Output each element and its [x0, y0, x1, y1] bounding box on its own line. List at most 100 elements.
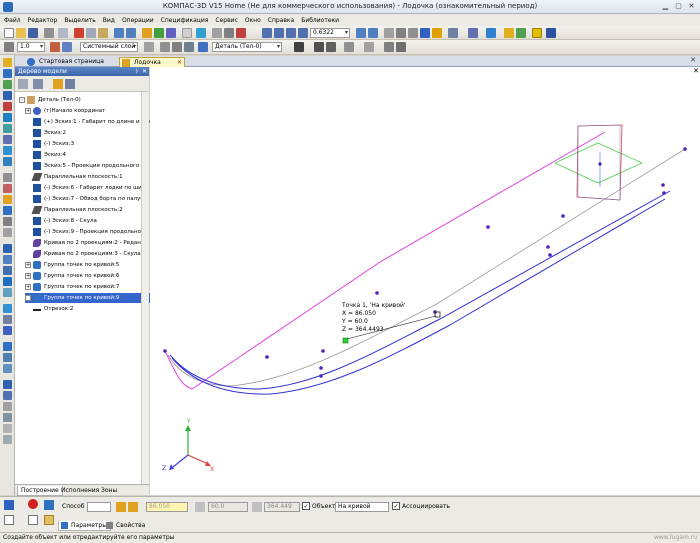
tree-item[interactable]: (+) Эскиз:1 - Габарит по длине и высоте	[25, 117, 153, 127]
rotate-icon[interactable]	[356, 28, 366, 38]
tree-item[interactable]: Отрезок:2	[25, 304, 153, 314]
polyline-icon[interactable]	[3, 315, 12, 324]
menu-operations[interactable]: Операции	[122, 17, 154, 24]
extrude-icon[interactable]	[3, 80, 12, 89]
back-arrow-icon[interactable]	[4, 500, 14, 510]
preview-icon[interactable]	[58, 28, 68, 38]
select-tool-icon[interactable]	[3, 58, 12, 67]
shaded-edges-icon[interactable]	[432, 28, 442, 38]
close-button[interactable]: ✕	[686, 2, 697, 11]
point-by-distance-icon[interactable]	[128, 502, 138, 512]
viewport-close-icon[interactable]: ✕	[692, 67, 700, 75]
tree-item[interactable]: + Группа точек по кривой:5	[25, 260, 153, 270]
help-property-icon[interactable]	[44, 515, 54, 525]
tab-executions[interactable]: Исполнения	[61, 486, 99, 495]
tree-expander-icon[interactable]	[25, 141, 31, 147]
loft-icon[interactable]	[3, 113, 12, 122]
open-folder-icon[interactable]	[16, 28, 26, 38]
tree-expander-icon[interactable]	[25, 185, 31, 191]
create-object-icon[interactable]	[44, 500, 54, 510]
curve-point[interactable]	[546, 245, 550, 249]
curve-point[interactable]	[163, 349, 167, 353]
menu-select[interactable]: Выделить	[64, 17, 95, 24]
sweep-icon[interactable]	[3, 124, 12, 133]
tree-view-icon[interactable]	[18, 79, 28, 89]
model-viewport[interactable]: Точка 1, 'На кривой' X = 86.050 Y = 60.0…	[150, 67, 700, 495]
tree-item[interactable]: + Группа точек по кривой:9	[25, 293, 153, 303]
hidden-lines-icon[interactable]	[408, 28, 418, 38]
curves-icon[interactable]	[486, 28, 496, 38]
tree-item[interactable]: (-) Эскиз:3	[25, 139, 153, 149]
zoom-out-icon[interactable]	[274, 28, 284, 38]
layer-combo[interactable]: Системный слой (0)	[80, 42, 138, 52]
section-icon[interactable]	[3, 277, 12, 286]
redo-icon[interactable]	[126, 28, 136, 38]
tree-expander-icon[interactable]	[25, 306, 31, 312]
properties-icon[interactable]	[142, 28, 152, 38]
tree-expander-icon[interactable]: +	[25, 294, 31, 301]
tree-expander-icon[interactable]	[25, 130, 31, 136]
tree-item[interactable]: Эскиз:2	[25, 128, 153, 138]
curve-point[interactable]	[683, 147, 687, 151]
menu-file[interactable]: Файл	[4, 17, 21, 24]
thread-icon[interactable]	[3, 380, 12, 389]
blue-plane[interactable]	[577, 124, 621, 201]
point-on-curve-icon[interactable]	[116, 502, 126, 512]
tree-item[interactable]: + Группа точек по кривой:6	[25, 271, 153, 281]
projection-icon[interactable]	[3, 326, 12, 335]
curve-point[interactable]	[321, 349, 325, 353]
tree-expander-icon[interactable]	[25, 119, 31, 125]
layer-manager-icon[interactable]	[62, 42, 72, 52]
menu-help[interactable]: Справка	[268, 17, 294, 24]
tree-expander-icon[interactable]: +	[25, 272, 31, 279]
pin-icon[interactable]: ᚦ	[135, 67, 139, 76]
curve-point[interactable]	[265, 355, 269, 359]
curve-point[interactable]	[561, 214, 565, 218]
tree-item[interactable]: Параллельная плоскость:1	[25, 172, 153, 182]
chamfer-icon[interactable]	[3, 146, 12, 155]
minimize-button[interactable]: ▁	[660, 2, 671, 11]
line-style-icon[interactable]	[4, 42, 14, 52]
x-field[interactable]: 86.050	[146, 502, 188, 512]
tree-item[interactable]: Кривая по 2 проекциям:3 - Скула	[25, 249, 153, 259]
surface-tool-icon[interactable]	[3, 206, 12, 215]
menu-libraries[interactable]: Библиотеки	[301, 17, 339, 24]
menu-specification[interactable]: Спецификация	[161, 17, 209, 24]
color-icon[interactable]	[160, 42, 170, 52]
z-field[interactable]: 364.449	[264, 502, 300, 512]
curve-point[interactable]	[662, 191, 666, 195]
point-tool-icon[interactable]	[3, 173, 12, 182]
part-select-icon[interactable]	[198, 42, 208, 52]
draft-icon[interactable]	[3, 402, 12, 411]
associate-checkbox[interactable]: ✓	[392, 502, 400, 510]
plane-tool-icon[interactable]	[3, 244, 12, 253]
zoom-combo[interactable]: 0.6322	[310, 28, 350, 38]
tree-item[interactable]: (-) Эскиз:7 - Обвод борта по палубе	[25, 194, 153, 204]
copy-tool-icon[interactable]	[3, 424, 12, 433]
tree-expander-icon[interactable]: +	[25, 261, 31, 268]
tree-expander-icon[interactable]	[25, 229, 31, 235]
z-lock-icon[interactable]	[252, 502, 262, 512]
tree-expander-icon[interactable]	[25, 207, 31, 213]
object-checkbox[interactable]: ✓	[302, 502, 310, 510]
zoom-window-icon[interactable]	[298, 28, 308, 38]
tab-zones[interactable]: Зоны	[101, 486, 117, 495]
display-icon[interactable]	[294, 42, 304, 52]
maximize-button[interactable]: ▢	[673, 2, 684, 11]
ortho-icon[interactable]	[236, 28, 246, 38]
curve-point[interactable]	[661, 183, 665, 187]
tab-properties[interactable]: Свойства	[104, 521, 148, 531]
help-icon[interactable]	[182, 28, 192, 38]
mass-icon[interactable]	[3, 266, 12, 275]
save-icon[interactable]	[28, 28, 38, 38]
tree-expander-icon[interactable]	[25, 218, 31, 224]
info-icon[interactable]	[196, 28, 206, 38]
menu-service[interactable]: Сервис	[215, 17, 237, 24]
grid-icon[interactable]	[212, 28, 222, 38]
array-tool-icon[interactable]	[3, 217, 12, 226]
text-style-icon[interactable]	[364, 42, 374, 52]
magenta-curve[interactable]	[164, 131, 606, 390]
curve-point[interactable]	[319, 366, 323, 370]
revolve-icon[interactable]	[3, 91, 12, 100]
save-template-icon[interactable]	[28, 515, 38, 525]
